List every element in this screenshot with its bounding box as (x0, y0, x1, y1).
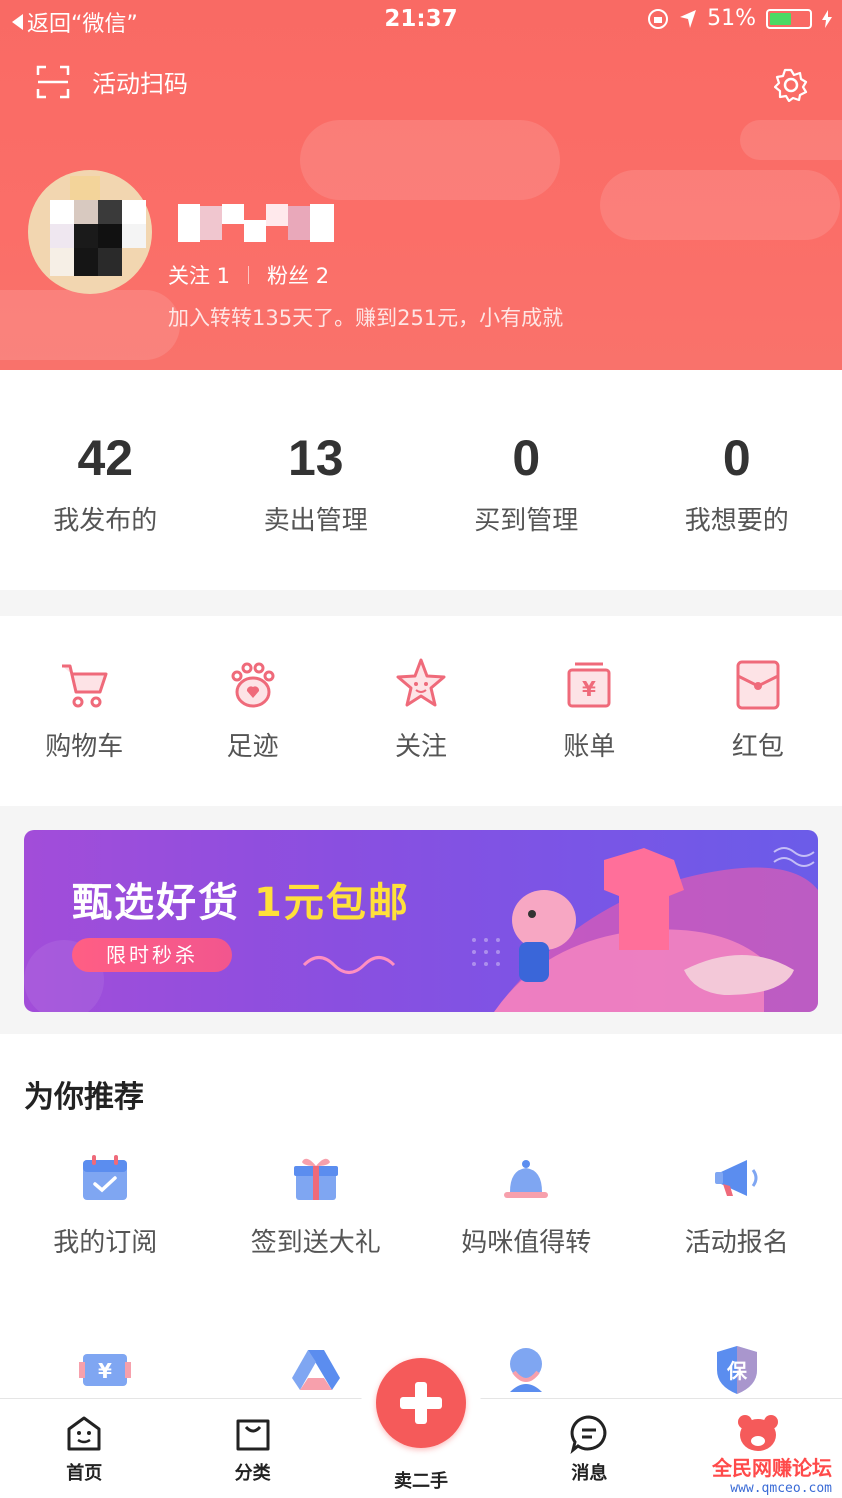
recommend-label: 活动报名 (684, 1228, 789, 1258)
recommend-title: 为你推荐 (24, 1080, 144, 1115)
person-icon (510, 1348, 543, 1392)
stat-sold[interactable]: 13 卖出管理 (211, 370, 422, 590)
tab-home[interactable]: 首页 (0, 1399, 168, 1498)
bill-icon: ¥ (567, 662, 611, 708)
stat-bought[interactable]: 0 买到管理 (421, 370, 632, 590)
stat-label: 买到管理 (474, 506, 579, 536)
tab-label: 首页 (66, 1463, 103, 1484)
stat-number: 42 (77, 430, 134, 486)
stat-label: 我想要的 (684, 506, 789, 536)
divider (248, 266, 250, 284)
sell-button[interactable] (376, 1358, 466, 1448)
follow-count[interactable]: 关注 1 (168, 260, 230, 290)
quick-label: 账单 (563, 732, 616, 762)
scan-icon (36, 65, 70, 98)
quick-label: 购物车 (45, 732, 124, 762)
stat-number: 0 (722, 430, 751, 486)
recommend-section: 为你推荐 我的订阅 签到送大礼 妈咪值得转 活动报名 ¥ 保 (0, 1034, 842, 1398)
rotation-lock-icon (648, 8, 669, 29)
recommend-row: 我的订阅 签到送大礼 妈咪值得转 活动报名 (0, 1152, 842, 1259)
shield-icon: 保 (716, 1346, 757, 1394)
svg-text:保: 保 (726, 1359, 748, 1383)
recommend-money[interactable]: ¥ (0, 1342, 211, 1398)
quick-cart[interactable]: 购物车 (0, 616, 168, 806)
recommend-label: 妈咪值得转 (461, 1228, 592, 1258)
stat-label: 卖出管理 (263, 506, 368, 536)
quick-follow[interactable]: 关注 (337, 616, 505, 806)
quick-label: 红包 (731, 732, 784, 762)
recommend-insurance[interactable]: 保 (632, 1342, 842, 1398)
bear-icon (737, 1415, 778, 1451)
calendar-icon (83, 1155, 128, 1200)
quick-redpacket[interactable]: 红包 (674, 616, 842, 806)
paw-icon (231, 662, 275, 708)
svg-text:¥: ¥ (582, 677, 596, 701)
charging-icon (822, 9, 832, 28)
avatar[interactable] (20, 160, 160, 300)
battery-icon (766, 8, 812, 29)
recommend-checkin[interactable]: 签到送大礼 (211, 1152, 422, 1259)
gift-icon (293, 1158, 338, 1200)
watermark: 全民网赚论坛 www.qmceo.com (712, 1452, 832, 1496)
home-icon (67, 1416, 101, 1451)
plus-icon (400, 1382, 442, 1424)
quick-bill[interactable]: ¥ 账单 (505, 616, 673, 806)
banner-title-main: 甄选好货 (72, 880, 240, 926)
gear-icon[interactable] (774, 68, 808, 102)
location-icon (680, 9, 697, 28)
quick-actions: 购物车 足迹 关注 ¥ 账单 红包 (0, 616, 842, 806)
banner-title-highlight: 1元包邮 (254, 880, 410, 926)
profile-page: 返回“微信” 21:37 51% 活动扫码 关注 1 粉丝 2 加入转转135天… (0, 0, 842, 1498)
sell-label: 卖二手 (394, 1471, 448, 1492)
bell-icon (504, 1160, 549, 1198)
fans-count[interactable]: 粉丝 2 (267, 260, 329, 290)
recommend-label: 签到送大礼 (250, 1228, 381, 1258)
status-bar: 返回“微信” 21:37 51% (0, 0, 842, 44)
recommend-subscription[interactable]: 我的订阅 (0, 1152, 211, 1259)
recommend-mommy[interactable]: 妈咪值得转 (421, 1152, 632, 1259)
battery-percent: 51% (707, 6, 756, 31)
scan-label: 活动扫码 (92, 70, 188, 98)
join-summary: 加入转转135天了。赚到251元，小有成就 (168, 306, 564, 330)
recommend-activity[interactable]: 活动报名 (632, 1152, 842, 1259)
tab-message[interactable]: 消息 (505, 1399, 673, 1498)
triangle-icon (291, 1350, 340, 1390)
watermark-url: www.qmceo.com (730, 1481, 832, 1496)
tab-label: 消息 (571, 1463, 608, 1484)
bag-icon (236, 1419, 270, 1451)
stat-label: 我发布的 (53, 506, 158, 536)
banner-title: 甄选好货 1元包邮 (72, 870, 410, 928)
message-icon (570, 1415, 607, 1454)
stat-number: 0 (512, 430, 541, 486)
flash-sale-button[interactable]: 限时秒杀 (72, 938, 232, 972)
stat-published[interactable]: 42 我发布的 (0, 370, 211, 590)
money-card-icon: ¥ (79, 1354, 132, 1386)
status-right: 51% (647, 6, 832, 31)
recommend-label: 我的订阅 (53, 1228, 158, 1258)
redpacket-icon (736, 660, 780, 710)
watermark-title: 全民网赚论坛 (712, 1456, 832, 1480)
quick-label: 关注 (395, 732, 448, 762)
cart-icon (62, 664, 108, 708)
stat-number: 13 (287, 430, 344, 486)
profile-header: 返回“微信” 21:37 51% 活动扫码 关注 1 粉丝 2 加入转转135天… (0, 0, 842, 370)
nickname-blurred (178, 204, 334, 242)
svg-text:¥: ¥ (98, 1359, 112, 1383)
megaphone-icon (714, 1160, 758, 1196)
follow-stats: 关注 1 粉丝 2 (168, 260, 329, 290)
stat-wanted[interactable]: 0 我想要的 (632, 370, 842, 590)
quick-label: 足迹 (226, 732, 279, 762)
banner-section: 甄选好货 1元包邮 限时秒杀 (0, 806, 842, 1034)
quick-footprint[interactable]: 足迹 (168, 616, 336, 806)
star-icon (396, 658, 446, 707)
tab-category[interactable]: 分类 (168, 1399, 336, 1498)
stats-row: 42 我发布的 13 卖出管理 0 买到管理 0 我想要的 (0, 370, 842, 590)
tab-label: 分类 (234, 1463, 271, 1484)
activity-scan-button[interactable]: 活动扫码 (36, 64, 188, 99)
promo-banner[interactable]: 甄选好货 1元包邮 限时秒杀 (24, 830, 818, 1012)
